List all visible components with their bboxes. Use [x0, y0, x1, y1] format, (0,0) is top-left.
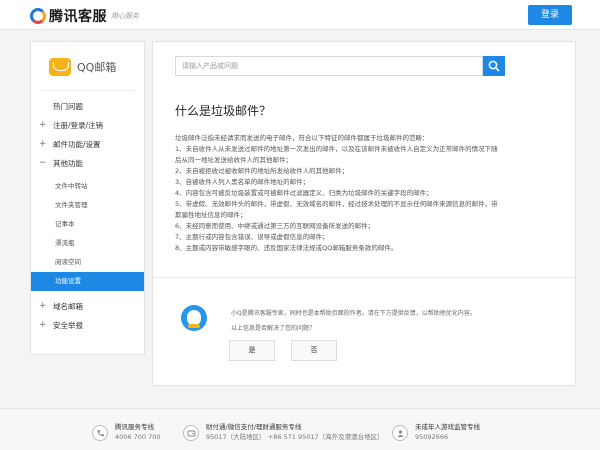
sidebar-subitem-notepad[interactable]: 记事本: [31, 215, 144, 234]
content-divider: [153, 277, 575, 278]
tencent-service-logo[interactable]: 腾讯客服 用心服务: [30, 6, 139, 26]
article-line: 5、带虚假、无效邮件头的邮件，带虚假、无效域名的邮件，经过技术处理的不显示任何邮…: [175, 200, 498, 208]
mail-icon: [49, 58, 71, 76]
product-name: QQ邮箱: [77, 61, 117, 74]
article-line: 7、主题行或内容包含错误、误导或虚假信息的邮件；: [175, 233, 329, 241]
search-button[interactable]: [483, 56, 505, 76]
assistant-avatar: [181, 305, 207, 331]
article-line: 6、未经同意而使用、中继或通过第三方的互联网设备所发送的邮件；: [175, 222, 375, 230]
article-line: 垃圾邮件泛指未经请求而发送的电子邮件，符合以下特征的邮件都属于垃圾邮件的范畴：: [175, 134, 429, 142]
article: 什么是垃圾邮件？ 垃圾邮件泛指未经请求而发送的电子邮件，符合以下特征的邮件都属于…: [175, 102, 565, 254]
sidebar-subitem-drift-bottle[interactable]: 漂流瓶: [31, 234, 144, 253]
guardian-icon: [392, 425, 408, 441]
feedback-description: 小Q是腾讯客服专家，同时也是本帮助页面的作者。请在下方提供反馈，以帮助他优化内容…: [231, 310, 476, 317]
sidebar-subitem-reading-space[interactable]: 阅读空间: [31, 253, 144, 272]
sidebar-subitem-file-transfer[interactable]: 文件中转站: [31, 177, 144, 196]
expand-icon: +: [39, 320, 47, 330]
feedback-no-button[interactable]: 否: [291, 340, 337, 361]
sidebar-item-label: 其他功能: [53, 159, 83, 168]
search-bar: 请输入产品或问题: [175, 56, 505, 76]
product-header[interactable]: QQ邮箱: [31, 42, 144, 80]
sidebar-subitem-function-settings[interactable]: 功能设置: [31, 272, 144, 291]
sidebar-item-login[interactable]: + 注册/登录/注销: [31, 116, 144, 135]
expand-icon: +: [39, 139, 47, 149]
footer-service-hotline: 腾讯服务专线 4006 700 700: [92, 423, 161, 442]
sidebar-item-label: 邮件功能/设置: [53, 140, 101, 149]
footer-title: 财付通/微信支付/理财通服务专线: [206, 423, 302, 431]
search-input[interactable]: 请输入产品或问题: [175, 56, 483, 76]
wallet-icon: [183, 425, 199, 441]
footer-phone: 4006 700 700: [115, 433, 161, 441]
assistant-face: [187, 310, 201, 325]
expand-icon: +: [39, 301, 47, 311]
sidebar: QQ邮箱 热门问题 + 注册/登录/注销 + 邮件功能/设置 − 其他功能 文件…: [30, 41, 145, 355]
sidebar-nav: 热门问题 + 注册/登录/注销 + 邮件功能/设置 − 其他功能 文件中转站 文…: [31, 97, 144, 335]
footer-title: 腾讯服务专线: [115, 423, 154, 431]
sidebar-subitem-folder-management[interactable]: 文件夹管理: [31, 196, 144, 215]
article-line: 8、主题或内容带敏感字眼的、违反国家法律法规或QQ邮箱服务条款的邮件。: [175, 244, 398, 252]
sidebar-item-label: 注册/登录/注销: [53, 121, 104, 130]
expand-icon: +: [39, 120, 47, 130]
feedback-question: 以上信息是否解决了您的问题？: [231, 325, 316, 332]
article-line: 4、内容包含可被反垃圾装置或可被邮件过滤器定义、归类为垃圾邮件的关键字段的邮件；: [175, 189, 433, 197]
article-line: 1、未自收件人从未发送过邮件的地址第一次发出的邮件，以及在该邮件未被收件人自定义…: [175, 145, 498, 153]
sidebar-item-security-report[interactable]: + 安全举报: [31, 316, 144, 335]
article-line: 后从同一地址发送给收件人的其他邮件；: [175, 156, 292, 164]
sidebar-item-other-features[interactable]: − 其他功能: [31, 154, 144, 173]
footer-title: 未成年人游戏监管专线: [415, 423, 480, 431]
footer-phone: 95017（大陆地区） +86 571 95017（海外及港澳台地区）: [206, 433, 384, 441]
article-line: 欺骗性地址信息的邮件；: [175, 211, 247, 219]
feedback-yes-button[interactable]: 是: [229, 340, 275, 361]
collapse-icon: −: [39, 158, 47, 168]
article-title: 什么是垃圾邮件？: [175, 104, 272, 118]
search-icon: [488, 60, 500, 72]
tencent-logo-icon: [30, 8, 46, 24]
phone-icon: [92, 425, 108, 441]
sidebar-item-mail-settings[interactable]: + 邮件功能/设置: [31, 135, 144, 154]
logo-text: 腾讯客服: [49, 9, 107, 25]
login-button[interactable]: 登录: [528, 5, 572, 25]
assistant-scarf: [188, 324, 200, 328]
sidebar-item-label: 安全举报: [53, 321, 83, 330]
sidebar-item-label: 域名邮箱: [53, 302, 83, 311]
footer-minor-gaming-hotline: 未成年人游戏监管专线 95092666: [392, 423, 480, 442]
top-header: 腾讯客服 用心服务 登录: [0, 0, 600, 30]
article-line: 2、未自被拒收过被收邮件的地址所发给收件人的其他邮件；: [175, 167, 349, 175]
sidebar-item-hot-questions[interactable]: 热门问题: [31, 97, 144, 116]
sidebar-divider: [41, 90, 134, 91]
footer: 腾讯服务专线 4006 700 700 财付通/微信支付/理财通服务专线 950…: [0, 408, 600, 450]
sidebar-item-domain-mail[interactable]: + 域名邮箱: [31, 297, 144, 316]
footer-payment-hotline: 财付通/微信支付/理财通服务专线 95017（大陆地区） +86 571 950…: [183, 423, 384, 442]
footer-phone: 95092666: [415, 433, 449, 441]
logo-slogan: 用心服务: [111, 12, 139, 20]
main-content: 请输入产品或问题 什么是垃圾邮件？ 垃圾邮件泛指未经请求而发送的电子邮件，符合以…: [152, 41, 576, 386]
article-line: 3、自被收件人列入黑名单的邮件地址的邮件；: [175, 178, 310, 186]
